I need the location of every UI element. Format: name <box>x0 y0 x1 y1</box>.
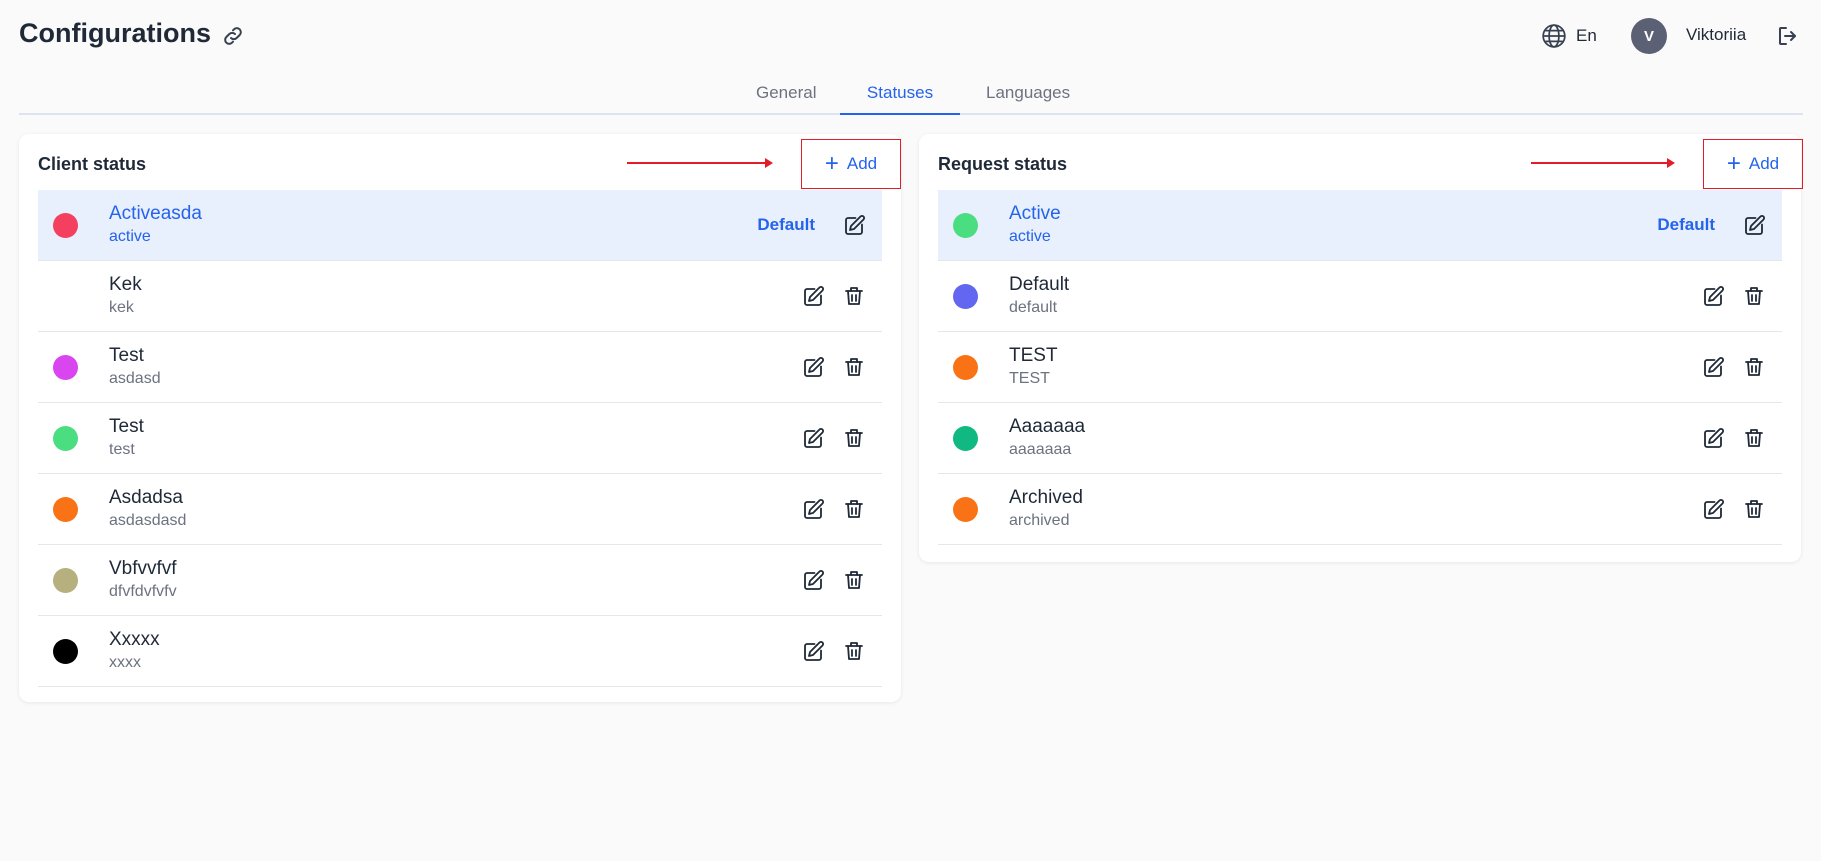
trash-icon[interactable] <box>842 568 866 592</box>
status-name: Archived <box>1009 487 1083 508</box>
status-name: Xxxxx <box>109 629 160 650</box>
status-color-dot <box>53 639 78 664</box>
status-color-dot <box>53 568 78 593</box>
list-item: Xxxxx xxxx <box>38 616 882 687</box>
status-name: Default <box>1009 274 1070 295</box>
request-status-card: Request status + Add Active active Default… <box>919 134 1803 562</box>
status-name: TEST <box>1009 345 1058 366</box>
status-code: aaaaaaa <box>1009 441 1072 458</box>
status-name: Asdadsa <box>109 487 183 508</box>
trash-icon[interactable] <box>842 639 866 663</box>
request-add-button[interactable]: + Add <box>1703 139 1803 189</box>
language-selector[interactable]: En <box>1541 23 1597 49</box>
status-code: asdasdasd <box>109 512 187 529</box>
status-name: Activeasda <box>109 203 202 224</box>
status-color-dot <box>53 213 78 238</box>
list-item: TEST TEST <box>938 332 1782 403</box>
list-item: Aaaaaaa aaaaaaa <box>938 403 1782 474</box>
default-badge: Default <box>1657 215 1715 234</box>
edit-icon[interactable] <box>801 568 825 592</box>
status-color-dot <box>953 426 978 451</box>
status-code: archived <box>1009 512 1070 529</box>
tab-languages[interactable]: Languages <box>986 83 1070 115</box>
status-code: active <box>1009 228 1051 245</box>
trash-icon[interactable] <box>1742 497 1766 521</box>
user-name[interactable]: Viktoriia <box>1686 25 1746 45</box>
status-name: Test <box>109 416 144 437</box>
status-code: xxxx <box>109 654 141 671</box>
status-color-dot <box>953 284 978 309</box>
list-item: Default default <box>938 261 1782 332</box>
list-item: Test asdasd <box>38 332 882 403</box>
trash-icon[interactable] <box>842 284 866 308</box>
tab-bar: General Statuses Languages <box>19 78 1803 115</box>
status-color-dot <box>953 213 978 238</box>
status-color-dot <box>53 284 78 309</box>
status-color-dot <box>953 497 978 522</box>
tab-general[interactable]: General <box>756 83 816 115</box>
annotation-arrow <box>627 158 773 168</box>
default-badge: Default <box>757 215 815 234</box>
list-item: Active active Default <box>938 190 1782 261</box>
client-status-title: Client status <box>38 154 147 174</box>
client-add-button[interactable]: + Add <box>801 139 901 189</box>
status-name: Test <box>109 345 144 366</box>
list-item: Asdadsa asdasdasd <box>38 474 882 545</box>
status-code: test <box>109 441 135 458</box>
trash-icon[interactable] <box>1742 355 1766 379</box>
annotation-arrow <box>1531 158 1675 168</box>
globe-icon <box>1542 24 1566 48</box>
edit-icon[interactable] <box>1701 284 1725 308</box>
status-name: Kek <box>109 274 142 295</box>
list-item: Archived archived <box>938 474 1782 545</box>
request-status-title: Request status <box>938 154 1068 174</box>
status-name: Vbfvvfvf <box>109 558 177 579</box>
avatar[interactable]: V <box>1631 18 1667 54</box>
edit-icon[interactable] <box>801 497 825 521</box>
client-status-card: Client status + Add Activeasda active Defa… <box>19 134 901 702</box>
edit-icon[interactable] <box>801 426 825 450</box>
status-code: TEST <box>1009 370 1050 387</box>
language-label: En <box>1576 26 1597 45</box>
status-code: asdasd <box>109 370 161 387</box>
status-color-dot <box>53 497 78 522</box>
logout-icon[interactable] <box>1776 24 1800 48</box>
page-title: Configurations <box>19 18 211 48</box>
status-color-dot <box>53 426 78 451</box>
edit-icon[interactable] <box>801 639 825 663</box>
trash-icon[interactable] <box>842 497 866 521</box>
status-code: active <box>109 228 151 245</box>
trash-icon[interactable] <box>1742 284 1766 308</box>
trash-icon[interactable] <box>842 355 866 379</box>
plus-icon: + <box>1726 150 1741 177</box>
trash-icon[interactable] <box>842 426 866 450</box>
list-item: Vbfvvfvf dfvfdvfvfv <box>38 545 882 616</box>
link-icon[interactable] <box>221 24 245 48</box>
tab-statuses[interactable]: Statuses <box>840 83 960 115</box>
list-item: Kek kek <box>38 261 882 332</box>
edit-icon[interactable] <box>842 213 866 237</box>
trash-icon[interactable] <box>1742 426 1766 450</box>
status-code: dfvfdvfvfv <box>109 583 177 600</box>
header: Configurations En V Viktoriia <box>0 0 1821 72</box>
edit-icon[interactable] <box>1701 497 1725 521</box>
list-item: Test test <box>38 403 882 474</box>
list-item: Activeasda active Default <box>38 190 882 261</box>
status-code: default <box>1009 299 1058 316</box>
edit-icon[interactable] <box>1701 355 1725 379</box>
status-color-dot <box>53 355 78 380</box>
edit-icon[interactable] <box>1701 426 1725 450</box>
plus-icon: + <box>824 150 839 177</box>
edit-icon[interactable] <box>801 355 825 379</box>
edit-icon[interactable] <box>801 284 825 308</box>
status-color-dot <box>953 355 978 380</box>
status-code: kek <box>109 299 134 316</box>
status-name: Active <box>1009 203 1061 224</box>
status-name: Aaaaaaa <box>1009 416 1086 437</box>
edit-icon[interactable] <box>1742 213 1766 237</box>
